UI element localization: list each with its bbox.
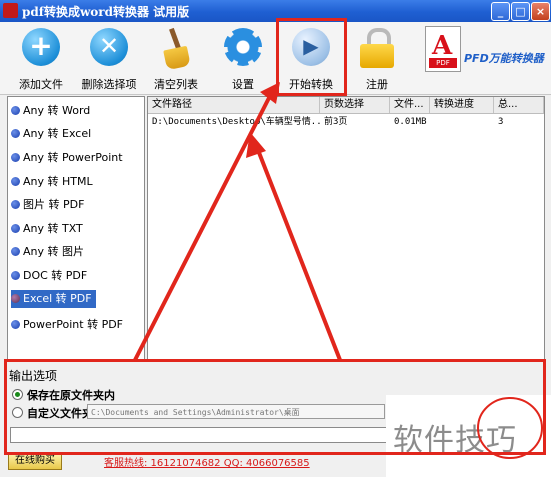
annotation-arrow bbox=[133, 82, 543, 459]
